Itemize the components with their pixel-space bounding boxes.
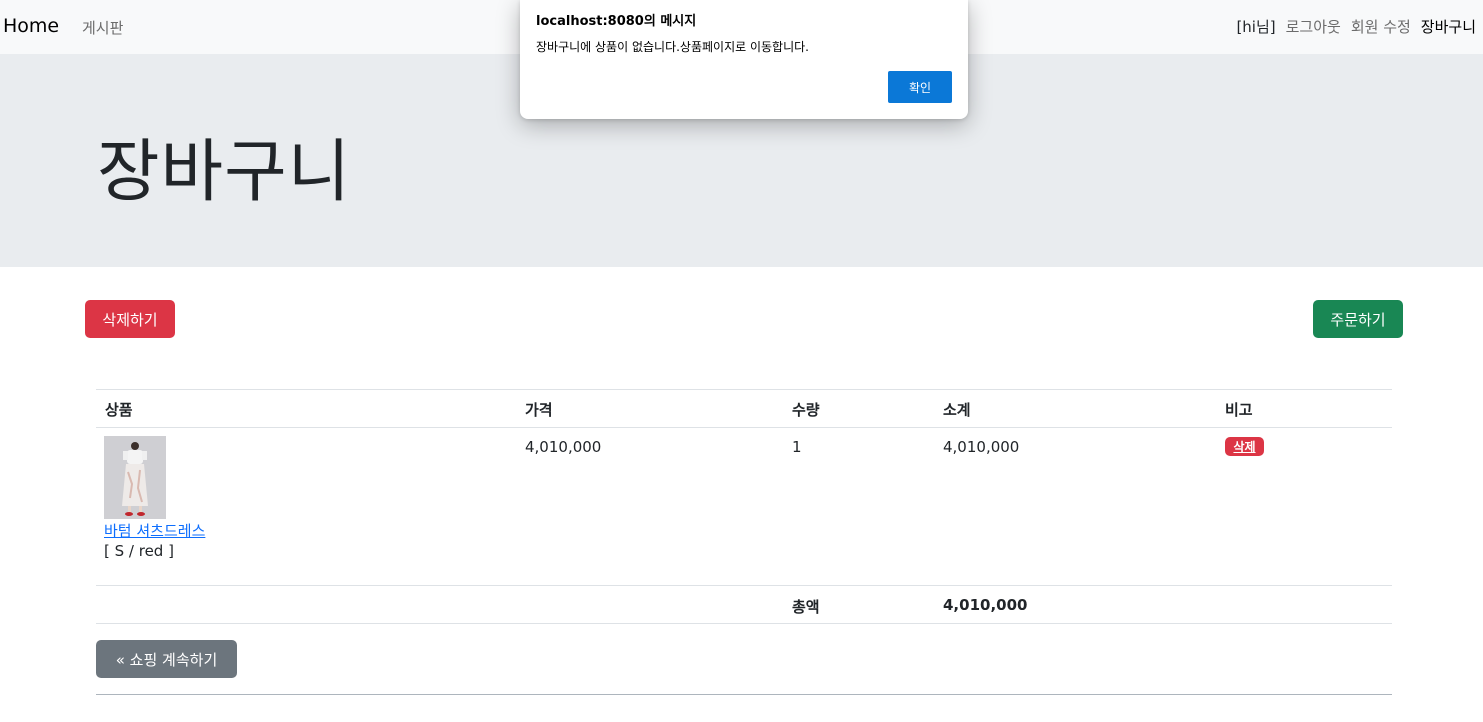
dialog-message: 장바구니에 상품이 없습니다.상품페이지로 이동합니다. <box>536 40 809 54</box>
bottom-rule <box>96 694 1392 695</box>
edit-member-link[interactable]: 회원 수정 <box>1351 16 1411 37</box>
row-divider <box>96 585 1392 586</box>
header-subtotal: 소계 <box>943 401 971 419</box>
product-quantity: 1 <box>792 438 802 456</box>
dress-image-icon <box>104 436 166 519</box>
page-title: 장바구니 <box>97 133 352 212</box>
product-name-link[interactable]: 바텀 셔츠드레스 <box>104 520 205 541</box>
continue-shopping-button[interactable]: « 쇼핑 계속하기 <box>96 640 237 678</box>
cart-link[interactable]: 장바구니 <box>1421 16 1476 37</box>
nav-user-menu: [hi님] 로그아웃 회원 수정 장바구니 <box>1236 16 1476 37</box>
total-label: 총액 <box>792 598 820 616</box>
delete-all-button[interactable]: 삭제하기 <box>85 300 175 338</box>
home-link[interactable]: Home <box>3 15 59 37</box>
header-divider <box>96 427 1392 428</box>
dialog-title: localhost:8080의 메시지 <box>536 14 697 29</box>
product-price: 4,010,000 <box>525 438 602 456</box>
board-link[interactable]: 게시판 <box>82 17 123 38</box>
remove-item-button[interactable]: 삭제 <box>1225 437 1264 456</box>
order-button[interactable]: 주문하기 <box>1313 300 1403 338</box>
product-subtotal: 4,010,000 <box>943 438 1020 456</box>
product-thumbnail[interactable] <box>104 436 166 519</box>
alert-dialog: localhost:8080의 메시지 장바구니에 상품이 없습니다.상품페이지… <box>520 0 968 119</box>
user-greeting: [hi님] <box>1236 18 1276 36</box>
table-top-border <box>96 389 1392 390</box>
header-product: 상품 <box>105 401 133 419</box>
dialog-ok-button[interactable]: 확인 <box>888 71 952 103</box>
logout-link[interactable]: 로그아웃 <box>1286 16 1341 37</box>
header-quantity: 수량 <box>792 401 820 419</box>
header-price: 가격 <box>525 401 553 419</box>
product-option: [ S / red ] <box>104 542 174 560</box>
total-value: 4,010,000 <box>943 596 1028 614</box>
header-note: 비고 <box>1225 401 1253 419</box>
footer-divider <box>96 623 1392 624</box>
